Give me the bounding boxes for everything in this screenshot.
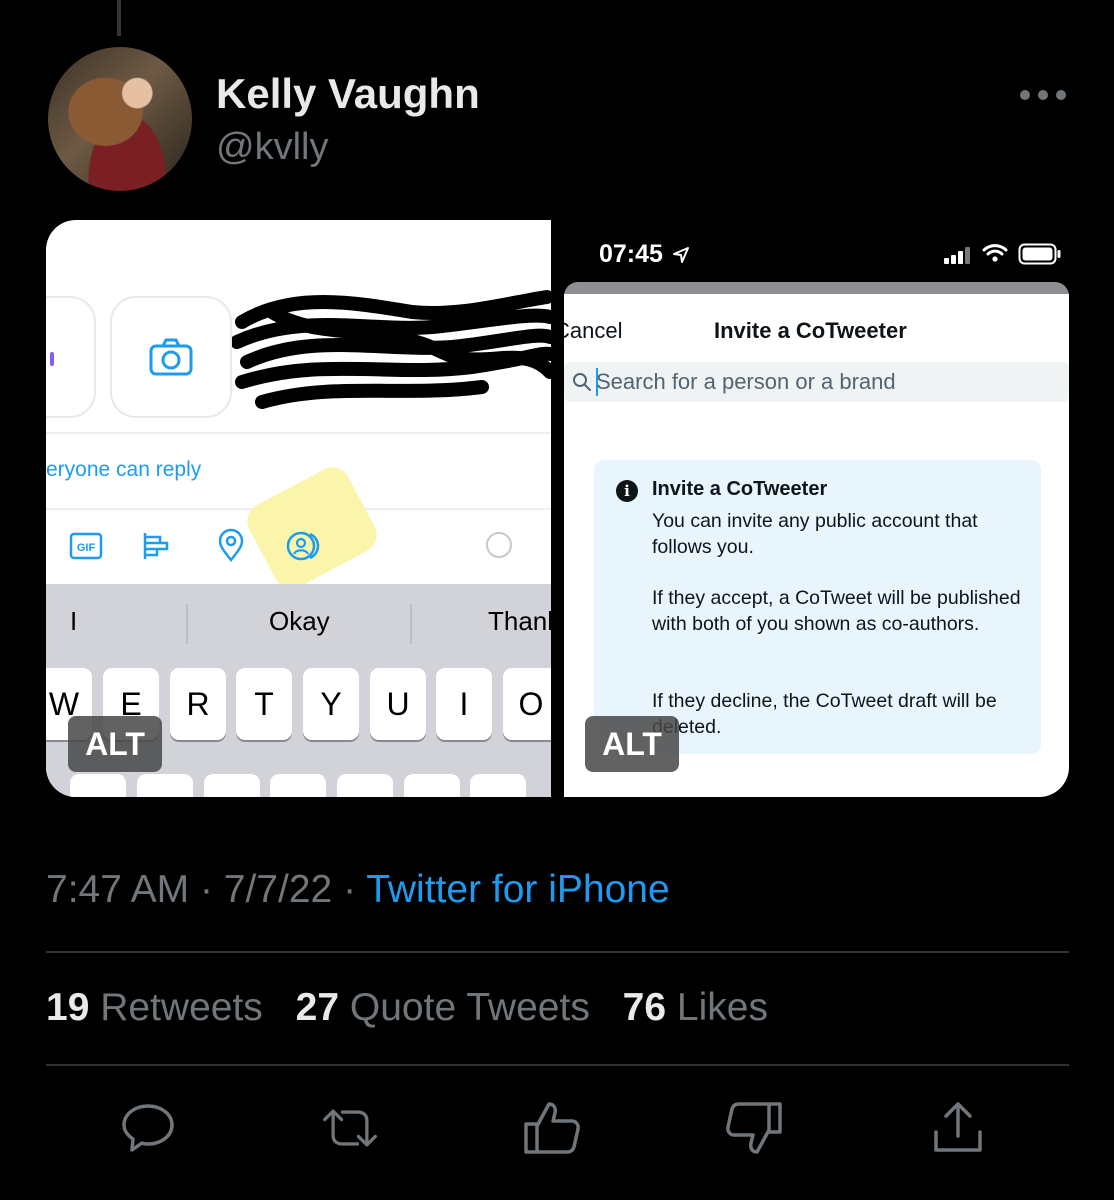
search-icon bbox=[573, 373, 591, 391]
keyboard-key[interactable]: D bbox=[137, 774, 193, 797]
tweet-media: eryone can reply GIF I Okay Than W E R T… bbox=[46, 220, 1069, 797]
more-options-icon[interactable] bbox=[1020, 82, 1066, 108]
location-arrow-icon bbox=[672, 247, 689, 263]
tweet-stats: 19 Retweets 27 Quote Tweets 76 Likes bbox=[46, 986, 790, 1030]
divider bbox=[46, 1064, 1069, 1066]
gif-icon-label: GIF bbox=[77, 542, 96, 554]
location-icon[interactable] bbox=[213, 528, 249, 564]
suggestion-item[interactable]: Okay bbox=[269, 606, 330, 637]
cancel-button[interactable]: Cancel bbox=[564, 318, 622, 344]
character-count-ring bbox=[486, 532, 512, 558]
meta-separator: · bbox=[343, 868, 357, 911]
meta-separator: · bbox=[199, 868, 213, 911]
keyboard-key[interactable]: T bbox=[236, 668, 292, 740]
alt-badge[interactable]: ALT bbox=[68, 716, 162, 772]
likes-count: 76 bbox=[622, 986, 667, 1029]
keyboard-key[interactable]: Y bbox=[303, 668, 359, 740]
author-name[interactable]: Kelly Vaughn bbox=[216, 70, 480, 118]
divider bbox=[46, 951, 1069, 953]
retweets-stat[interactable]: 19 Retweets bbox=[46, 986, 263, 1029]
quote-tweets-count: 27 bbox=[295, 986, 340, 1029]
camera-icon bbox=[149, 338, 193, 376]
alt-badge[interactable]: ALT bbox=[585, 716, 679, 772]
search-input[interactable]: Search for a person or a brand bbox=[564, 362, 1069, 402]
poll-icon[interactable] bbox=[140, 528, 176, 564]
info-paragraph: If they decline, the CoTweet draft will … bbox=[652, 690, 997, 738]
media-tile bbox=[46, 296, 96, 418]
retweets-label: Retweets bbox=[100, 986, 263, 1029]
quote-tweets-stat[interactable]: 27 Quote Tweets bbox=[296, 986, 590, 1029]
cotweet-icon[interactable] bbox=[284, 528, 320, 564]
retweets-count: 19 bbox=[46, 986, 90, 1029]
keyboard-key[interactable]: U bbox=[370, 668, 426, 740]
likes-label: Likes bbox=[676, 986, 768, 1029]
tweet-time: 7:47 AM bbox=[46, 868, 190, 911]
media-image-right[interactable]: 07:45 Cancel Invite a CoTweeter bbox=[564, 220, 1069, 797]
tweet-source-link[interactable]: Twitter for iPhone bbox=[366, 868, 669, 911]
keyboard-key[interactable]: R bbox=[170, 668, 226, 740]
search-placeholder: Search for a person or a brand bbox=[596, 369, 896, 394]
tweet-date: 7/7/22 bbox=[223, 868, 333, 911]
thread-connector-line bbox=[117, 0, 121, 36]
keyboard-key[interactable]: I bbox=[436, 668, 492, 740]
info-paragraph: You can invite any public account that f… bbox=[652, 510, 978, 558]
keyboard-key[interactable]: O bbox=[503, 668, 551, 740]
keyboard-key[interactable]: H bbox=[337, 774, 393, 797]
info-title: Invite a CoTweeter bbox=[652, 478, 828, 500]
redaction-scribble bbox=[232, 290, 551, 409]
camera-tile bbox=[110, 296, 232, 418]
retweet-icon[interactable] bbox=[320, 1098, 380, 1158]
suggestion-divider bbox=[186, 604, 188, 644]
reply-icon[interactable] bbox=[118, 1098, 178, 1158]
info-icon: i bbox=[616, 480, 638, 502]
keyboard-key[interactable]: G bbox=[270, 774, 326, 797]
reply-setting-label[interactable]: eryone can reply bbox=[46, 458, 201, 482]
suggestion-divider bbox=[410, 604, 412, 644]
signal-icon bbox=[944, 247, 970, 264]
suggestion-item[interactable]: I bbox=[70, 606, 77, 637]
divider bbox=[46, 432, 551, 434]
sheet-title: Invite a CoTweeter bbox=[714, 318, 907, 343]
likes-stat[interactable]: 76 Likes bbox=[623, 986, 768, 1029]
thumbs-down-icon[interactable] bbox=[724, 1098, 784, 1158]
info-paragraph: If they accept, a CoTweet will be publis… bbox=[652, 587, 1021, 635]
share-icon[interactable] bbox=[928, 1098, 988, 1158]
avatar[interactable] bbox=[48, 47, 192, 191]
gif-icon[interactable]: GIF bbox=[68, 528, 104, 564]
info-box: i Invite a CoTweeter You can invite any … bbox=[594, 460, 1041, 754]
status-time-text: 07:45 bbox=[599, 240, 663, 268]
media-image-left[interactable]: eryone can reply GIF I Okay Than W E R T… bbox=[46, 220, 551, 797]
keyboard-key[interactable]: K bbox=[470, 774, 526, 797]
keyboard-key[interactable]: S bbox=[70, 774, 126, 797]
keyboard-key[interactable]: F bbox=[204, 774, 260, 797]
status-time: 07:45 bbox=[599, 240, 690, 269]
thumbs-up-icon[interactable] bbox=[522, 1098, 582, 1158]
battery-icon bbox=[1018, 243, 1061, 265]
quote-tweets-label: Quote Tweets bbox=[349, 986, 590, 1029]
author-handle[interactable]: @kvlly bbox=[216, 126, 328, 169]
keyboard-key[interactable]: J bbox=[404, 774, 460, 797]
suggestion-item[interactable]: Thank bbox=[488, 606, 551, 637]
wifi-icon bbox=[982, 244, 1008, 262]
tweet-meta: 7:47 AM · 7/7/22 · Twitter for iPhone bbox=[46, 868, 670, 912]
